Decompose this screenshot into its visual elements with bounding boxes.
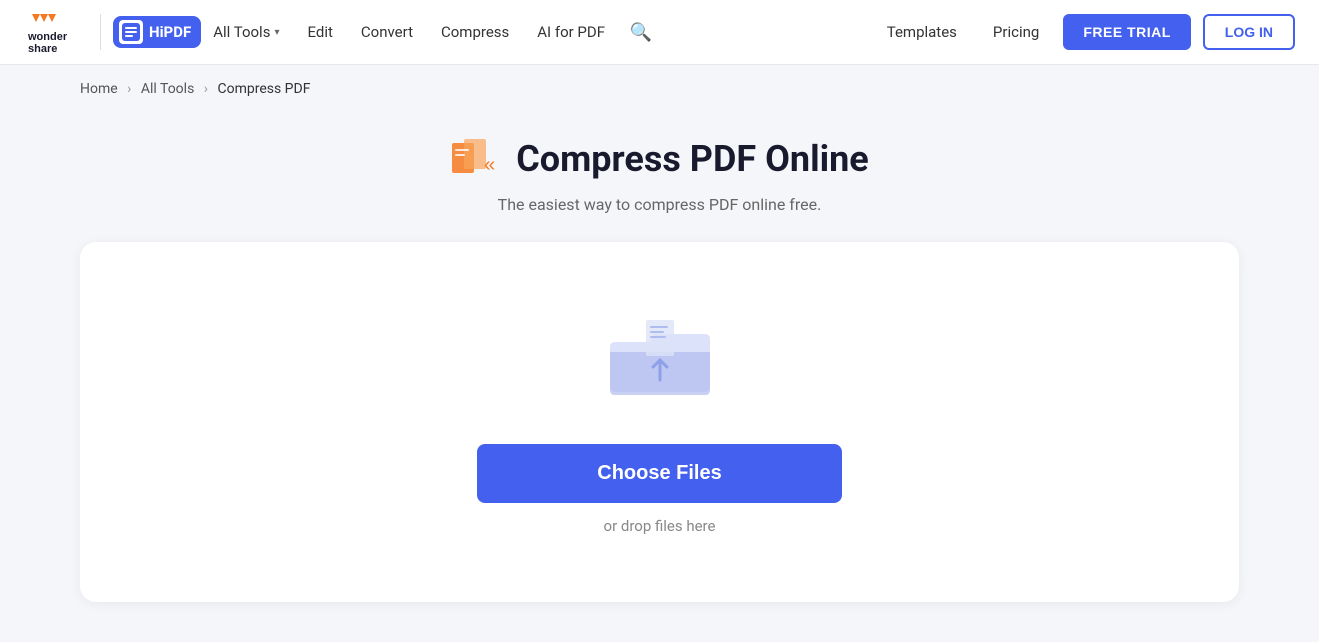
main-content: « Compress PDF Online The easiest way to…	[0, 113, 1319, 642]
header-divider	[100, 14, 101, 50]
page-title: Compress PDF Online	[516, 138, 869, 180]
svg-text:share: share	[28, 43, 57, 55]
nav-all-tools[interactable]: All Tools ▾	[201, 15, 291, 49]
nav-convert[interactable]: Convert	[349, 15, 425, 49]
nav-pricing[interactable]: Pricing	[981, 15, 1051, 49]
hipdf-label: HiPDF	[149, 23, 191, 41]
svg-text:«: «	[484, 154, 495, 176]
breadcrumb: Home › All Tools › Compress PDF	[0, 65, 1319, 113]
upload-illustration	[600, 302, 720, 412]
wondershare-logo: wonder share	[24, 8, 72, 56]
search-icon[interactable]: 🔍	[625, 16, 657, 48]
breadcrumb-home[interactable]: Home	[80, 81, 118, 97]
drop-hint-text: or drop files here	[604, 517, 716, 535]
main-nav: All Tools ▾ Edit Convert Compress AI for…	[201, 15, 875, 49]
choose-files-button[interactable]: Choose Files	[477, 444, 841, 503]
main-header: wonder share HiPDF All Tools ▾ E	[0, 0, 1319, 65]
svg-text:wonder: wonder	[27, 31, 68, 43]
nav-compress[interactable]: Compress	[429, 15, 521, 49]
header-right: Templates Pricing FREE TRIAL LOG IN	[875, 14, 1295, 50]
page-header: « Compress PDF Online	[450, 133, 869, 185]
breadcrumb-sep-2: ›	[204, 81, 208, 97]
dropzone-card: Choose Files or drop files here	[80, 242, 1239, 602]
brand-logo[interactable]: wonder share	[24, 8, 72, 56]
login-button[interactable]: LOG IN	[1203, 14, 1295, 50]
nav-templates[interactable]: Templates	[875, 15, 969, 49]
nav-ai-for-pdf[interactable]: AI for PDF	[525, 15, 617, 49]
hipdf-icon	[119, 20, 143, 44]
breadcrumb-sep-1: ›	[127, 81, 131, 97]
compress-pdf-icon: «	[450, 133, 502, 185]
breadcrumb-all-tools[interactable]: All Tools	[141, 81, 194, 97]
page-subtitle: The easiest way to compress PDF online f…	[498, 195, 822, 214]
nav-edit[interactable]: Edit	[295, 15, 344, 49]
free-trial-button[interactable]: FREE TRIAL	[1063, 14, 1190, 50]
hipdf-badge[interactable]: HiPDF	[113, 16, 201, 48]
breadcrumb-current: Compress PDF	[217, 81, 310, 97]
chevron-down-icon: ▾	[274, 27, 279, 38]
